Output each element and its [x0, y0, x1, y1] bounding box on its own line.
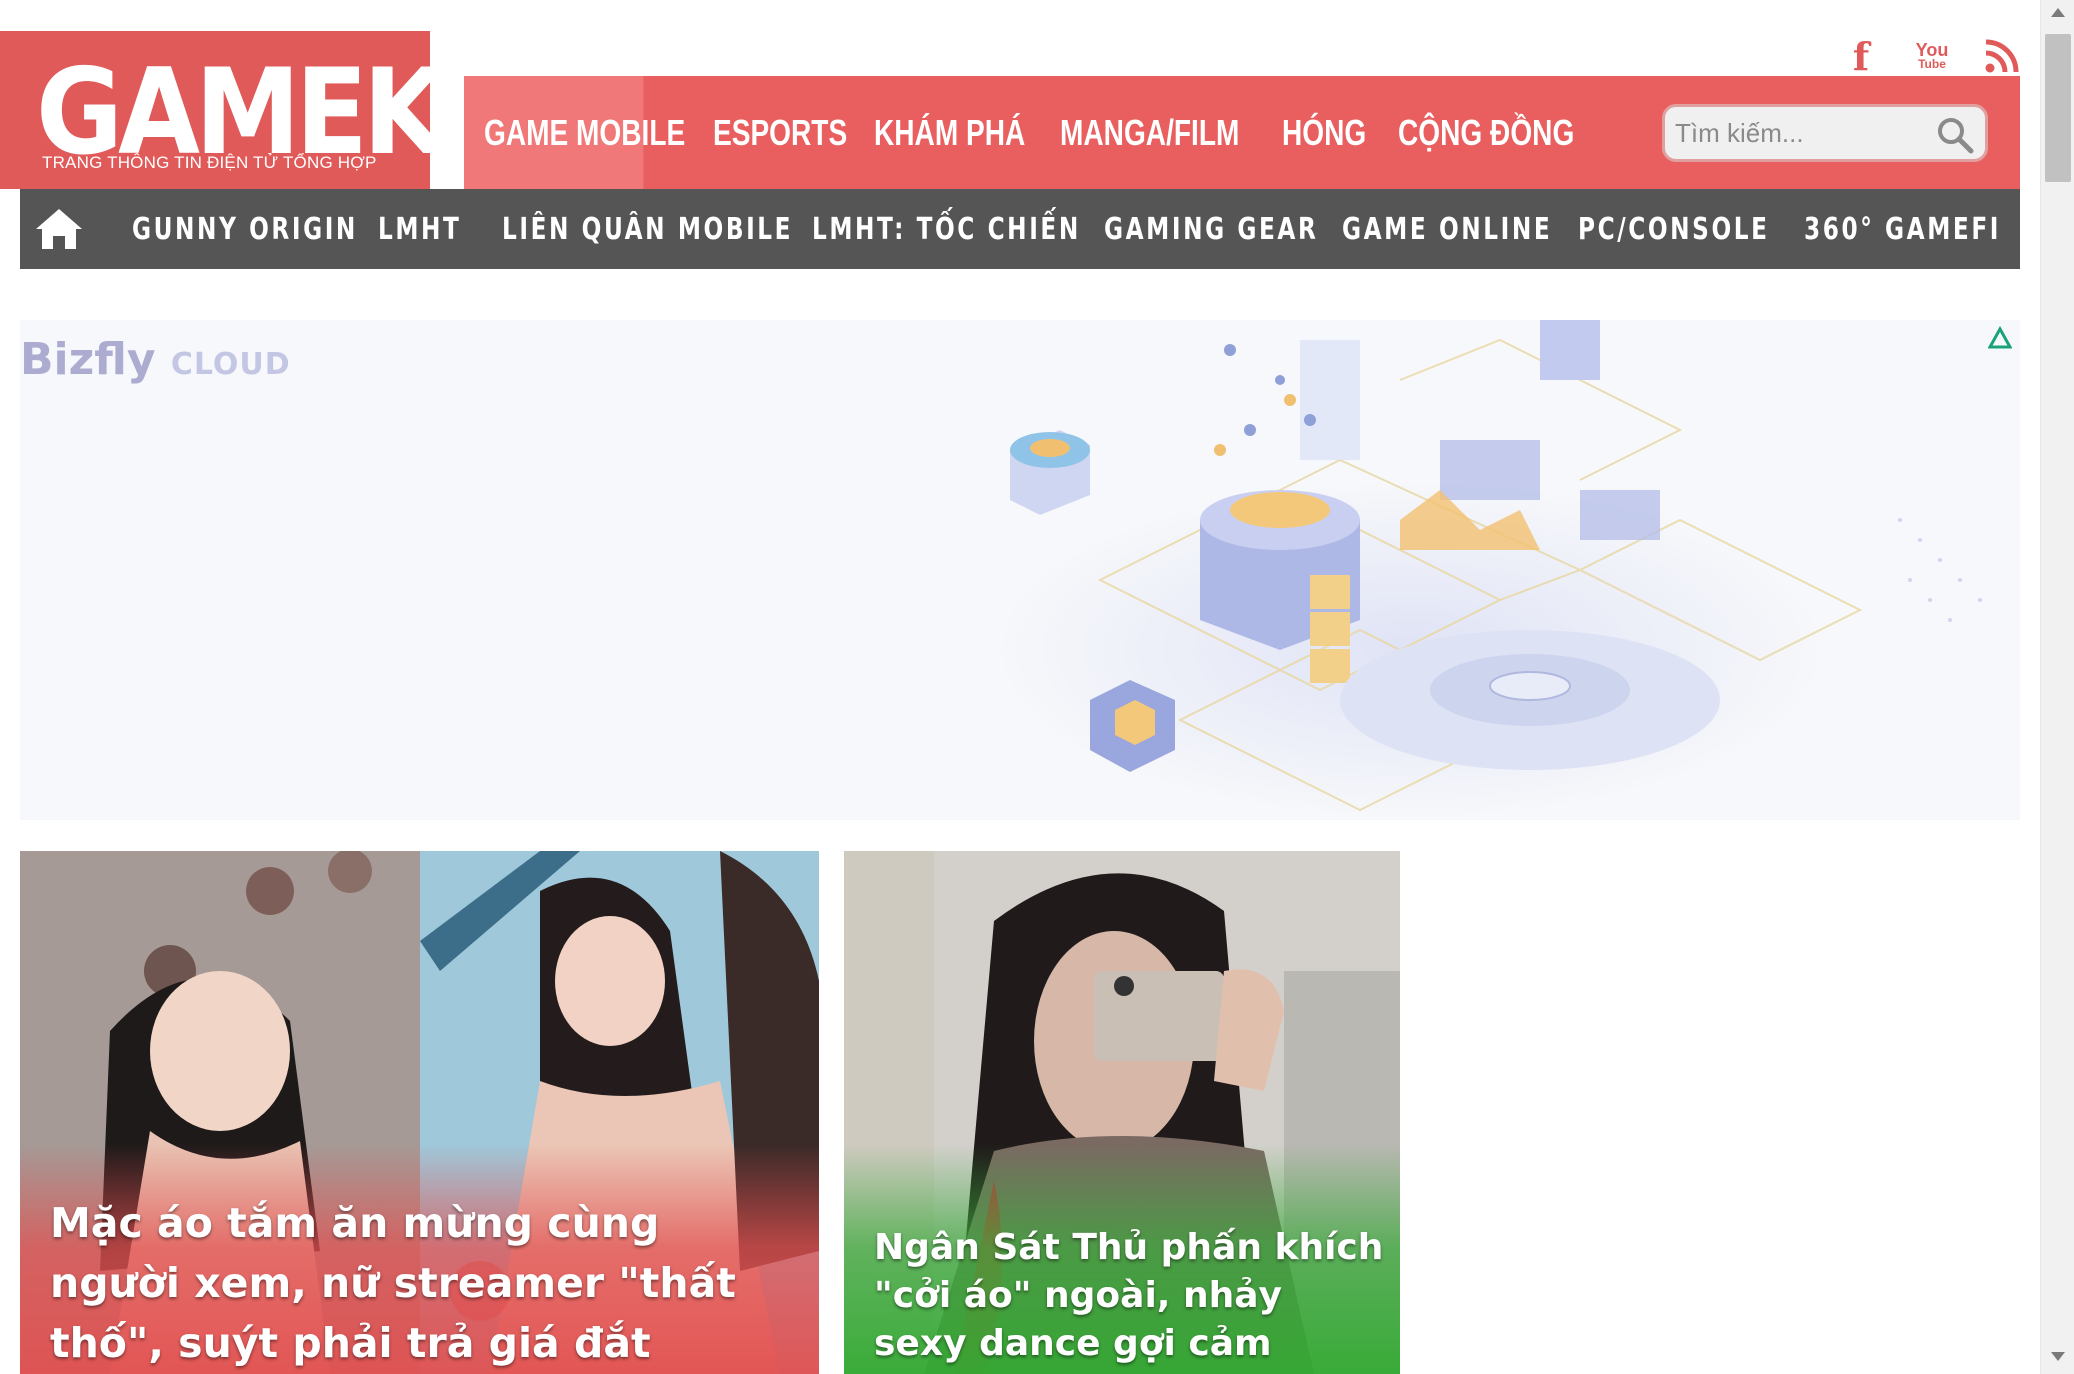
article-card-secondary[interactable]: Ngân Sát Thủ phấn khích "cởi áo" ngoài, …	[844, 851, 1400, 1374]
home-icon[interactable]	[34, 207, 84, 251]
page-scrollbar[interactable]	[2040, 0, 2074, 1374]
youtube-glyph-bottom: Tube	[1918, 57, 1946, 71]
nav-item-manga-film[interactable]: MANGA/FILM	[1060, 76, 1239, 189]
nav-item-hong[interactable]: HÓNG	[1282, 76, 1366, 189]
search-box	[1662, 104, 1988, 162]
facebook-icon[interactable]: f	[1846, 33, 1876, 79]
subnav-item-game-online[interactable]: GAME ONLINE	[1342, 189, 1552, 269]
subnav-item-lmht-toc-chien[interactable]: LMHT: TỐC CHIẾN	[812, 189, 1081, 269]
article-title[interactable]: Ngân Sát Thủ phấn khích "cởi áo" ngoài, …	[874, 1224, 1384, 1368]
scroll-up-arrow-icon[interactable]	[2051, 8, 2065, 17]
subnav-item-gunny-origin[interactable]: GUNNY ORIGIN	[132, 189, 358, 269]
facebook-glyph: f	[1852, 33, 1870, 79]
youtube-glyph-top: You	[1915, 40, 1949, 60]
subnav-item-lien-quan-mobile[interactable]: LIÊN QUÂN MOBILE	[502, 189, 793, 269]
category-navigation: GUNNY ORIGIN LMHT LIÊN QUÂN MOBILE LMHT:…	[20, 189, 2020, 269]
article-title[interactable]: Mặc áo tắm ăn mừng cùng người xem, nữ st…	[50, 1193, 800, 1373]
nav-item-kham-pha[interactable]: KHÁM PHÁ	[874, 76, 1025, 189]
rss-glyph	[1985, 39, 2019, 73]
ad-isometric-illustration	[990, 320, 1982, 820]
article-card-featured[interactable]: Mặc áo tắm ăn mừng cùng người xem, nữ st…	[20, 851, 819, 1374]
site-logo[interactable]: GAMEK TRANG THÔNG TIN ĐIỆN TỬ TỔNG HỢP	[0, 31, 445, 189]
nav-item-game-mobile[interactable]: GAME MOBILE	[484, 76, 685, 189]
search-icon[interactable]	[1935, 115, 1975, 155]
ad-brand-name: Bizfly	[20, 334, 156, 385]
nav-item-cong-dong[interactable]: CỘNG ĐỒNG	[1398, 76, 1574, 189]
search-input[interactable]	[1675, 107, 1915, 159]
scroll-down-arrow-icon[interactable]	[2051, 1352, 2065, 1361]
youtube-icon[interactable]: You Tube	[1910, 36, 1954, 76]
nav-item-esports[interactable]: ESPORTS	[713, 76, 847, 189]
rss-icon[interactable]	[1982, 36, 2022, 76]
subnav-item-gaming-gear[interactable]: GAMING GEAR	[1104, 189, 1318, 269]
scrollbar-thumb[interactable]	[2045, 34, 2071, 182]
subnav-item-pc-console[interactable]: PC/CONSOLE	[1578, 189, 1770, 269]
logo-tagline: TRANG THÔNG TIN ĐIỆN TỬ TỔNG HỢP	[42, 153, 377, 172]
subnav-item-360-gamefi[interactable]: 360° GAMEFI	[1804, 189, 2001, 269]
subnav-item-lmht[interactable]: LMHT	[378, 189, 461, 269]
ad-brand-logo: Bizfly CLOUD	[20, 334, 291, 385]
ad-brand-suffix: CLOUD	[170, 347, 291, 382]
advertisement-banner[interactable]: Bizfly CLOUD	[20, 320, 2020, 820]
